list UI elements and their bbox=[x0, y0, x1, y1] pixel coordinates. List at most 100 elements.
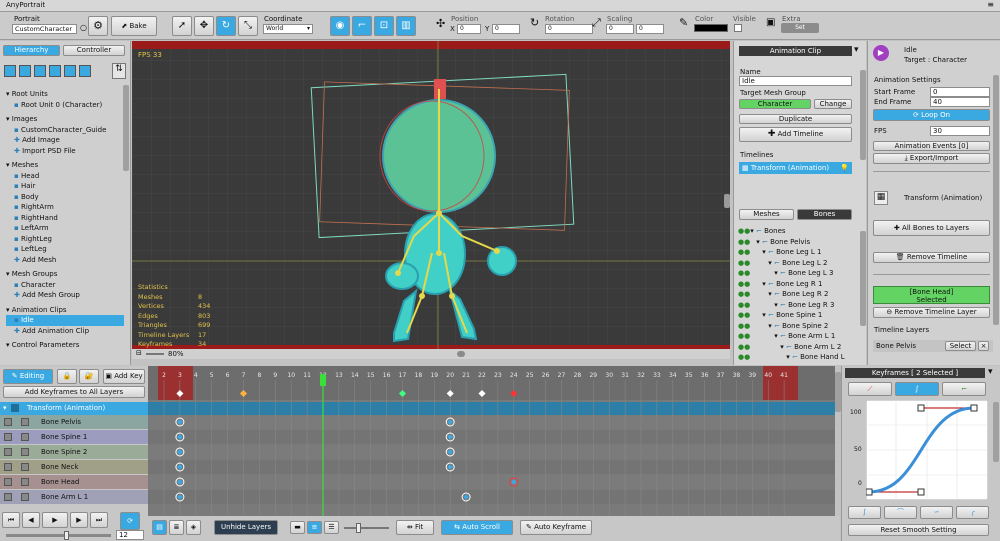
rotate-tool-button[interactable]: ↻ bbox=[216, 16, 236, 36]
timeline-layer-row[interactable]: Bone Head bbox=[0, 475, 148, 489]
expand-icon[interactable]: ▾ bbox=[786, 353, 790, 361]
lightbulb-icon[interactable]: 💡 bbox=[840, 162, 849, 174]
layer-lock-icon[interactable] bbox=[21, 433, 29, 441]
portrait-select-icon[interactable]: ○ bbox=[80, 23, 87, 32]
hierarchy-item[interactable]: ▪ Hair bbox=[6, 181, 124, 192]
fit-button[interactable]: ⇹ Fit bbox=[396, 520, 434, 535]
last-frame-button[interactable]: ⏭ bbox=[90, 512, 108, 528]
layer-lock-icon[interactable] bbox=[21, 418, 29, 426]
layer-visibility-icon[interactable] bbox=[4, 433, 12, 441]
select-tool-button[interactable]: ➚ bbox=[172, 16, 192, 36]
expand-icon[interactable]: ▾ bbox=[768, 322, 772, 330]
bake-button[interactable]: ⬈ Bake bbox=[111, 16, 157, 36]
hierarchy-item[interactable]: ▪ RightArm bbox=[6, 202, 124, 213]
scale-tool-button[interactable]: ⤡ bbox=[238, 16, 258, 36]
timeline-zoom-slider[interactable] bbox=[344, 523, 389, 533]
collapse-icon[interactable]: ▾ bbox=[6, 90, 10, 98]
position-y-field[interactable]: 0 bbox=[492, 24, 520, 34]
first-frame-button[interactable]: ⏮ bbox=[2, 512, 20, 528]
bone-list-item[interactable]: ●● ▾ ⌐ Bone Leg L 3 bbox=[738, 268, 856, 279]
all-bones-to-layers-button[interactable]: ✚ All Bones to Layers bbox=[873, 220, 990, 236]
curve-scrollbar[interactable] bbox=[993, 402, 999, 462]
visibility-icon[interactable]: ●● bbox=[738, 269, 750, 277]
hierarchy-item[interactable]: ✚ Add Mesh bbox=[6, 255, 124, 266]
smooth-curve-button[interactable]: ∫ bbox=[895, 382, 939, 396]
scale-y-field[interactable]: 0 bbox=[636, 24, 664, 34]
visibility-icon[interactable]: ●● bbox=[738, 311, 750, 319]
visible-checkbox[interactable] bbox=[734, 24, 742, 32]
hierarchy-item[interactable]: ▪ RightHand bbox=[6, 213, 124, 224]
bone-scrollbar[interactable] bbox=[860, 231, 866, 326]
bone-toggle-button[interactable]: ⌐ bbox=[352, 16, 372, 36]
bone-list-item[interactable]: ●● ▾ ⌐ Bone Pelvis bbox=[738, 237, 856, 248]
visibility-icon[interactable]: ●● bbox=[738, 259, 750, 267]
visibility-icon[interactable]: ●● bbox=[738, 343, 750, 351]
visibility-icon[interactable]: ●● bbox=[738, 238, 750, 246]
collapse-icon[interactable]: ▾ bbox=[3, 404, 7, 412]
visibility-icon[interactable]: ●● bbox=[738, 332, 750, 340]
viewport-vscroll[interactable] bbox=[724, 194, 730, 208]
layer-visibility-icon[interactable] bbox=[4, 493, 12, 501]
tab-bones[interactable]: Bones bbox=[797, 209, 852, 220]
clip-scrollbar[interactable] bbox=[860, 70, 866, 160]
move-tool-button[interactable]: ✥ bbox=[194, 16, 214, 36]
collapse-icon[interactable]: ▾ bbox=[6, 341, 10, 349]
auto-keyframe-button[interactable]: ✎ Auto Keyframe bbox=[520, 520, 592, 535]
hierarchy-section-header[interactable]: ▾ Images bbox=[6, 114, 124, 125]
timeline-view-button-2[interactable]: ≣ bbox=[169, 520, 184, 535]
hierarchy-item[interactable]: ▪ LeftArm bbox=[6, 223, 124, 234]
clip-name-field[interactable]: Idle bbox=[739, 76, 852, 86]
color-swatch[interactable] bbox=[694, 24, 728, 32]
remove-timeline-layer-button[interactable]: ⊖ Remove Timeline Layer bbox=[873, 307, 990, 318]
hierarchy-item[interactable]: ▪ Idle bbox=[6, 315, 124, 326]
expand-icon[interactable]: ▾ bbox=[780, 343, 784, 351]
mesh-toggle-button[interactable]: ⊡ bbox=[374, 16, 394, 36]
hierarchy-item[interactable]: ✚ Add Image bbox=[6, 135, 124, 146]
layer-close-button[interactable]: × bbox=[978, 341, 989, 351]
timeline-area[interactable]: 2345678910111213141516171819202122232425… bbox=[148, 366, 835, 516]
hierarchy-item[interactable]: ▪ Body bbox=[6, 192, 124, 203]
hierarchy-item[interactable]: ▪ Head bbox=[6, 171, 124, 182]
viewport-hscroll[interactable] bbox=[457, 351, 465, 357]
visibility-icon[interactable]: ●● bbox=[738, 301, 750, 309]
sort-icon[interactable]: ⇅ bbox=[112, 63, 126, 79]
expand-icon[interactable]: ▾ bbox=[750, 227, 754, 235]
scale-x-field[interactable]: 0 bbox=[606, 24, 634, 34]
hierarchy-item[interactable]: ▪ Root Unit 0 (Character) bbox=[6, 100, 124, 111]
add-key-button[interactable]: ▣ Add Key bbox=[103, 369, 145, 384]
start-frame-field[interactable]: 0 bbox=[930, 87, 990, 97]
preset-ease-inout-button[interactable]: ∽ bbox=[920, 506, 953, 519]
layer-visibility-icon[interactable] bbox=[4, 448, 12, 456]
hierarchy-section-header[interactable]: ▾ Control Parameters bbox=[6, 340, 124, 351]
unhide-layers-button[interactable]: Unhide Layers bbox=[214, 520, 278, 535]
row-size-medium-button[interactable]: ≡ bbox=[307, 521, 322, 534]
expand-icon[interactable]: ▾ bbox=[774, 301, 778, 309]
visibility-icon[interactable]: ●● bbox=[738, 227, 750, 235]
expand-icon[interactable]: ▾ bbox=[762, 248, 766, 256]
fps-field[interactable]: 30 bbox=[930, 126, 990, 136]
hierarchy-section-header[interactable]: ▾ Root Units bbox=[6, 89, 124, 100]
loop-playback-button[interactable]: ⟳ bbox=[120, 512, 140, 530]
layer-lock-icon[interactable] bbox=[21, 478, 29, 486]
layer-lock-icon[interactable] bbox=[21, 463, 29, 471]
collapse-icon[interactable]: ▾ bbox=[6, 115, 10, 123]
end-frame-field[interactable]: 40 bbox=[930, 97, 990, 107]
viewport[interactable]: FPS 33 Statistics Meshes 8 Vertices 434 Edge… bbox=[132, 41, 730, 359]
bone-list-item[interactable]: ●● ▾ ⌐ Bone Hand L bbox=[738, 352, 856, 363]
visibility-icon[interactable]: ●● bbox=[738, 248, 750, 256]
add-keyframes-all-button[interactable]: Add Keyframes to All Layers bbox=[3, 386, 145, 398]
timeline-list-item[interactable]: ▦ Transform (Animation) 💡 bbox=[739, 162, 852, 174]
play-button[interactable]: ▶ bbox=[42, 512, 68, 528]
clip-panel-menu-icon[interactable]: ▾ bbox=[854, 45, 859, 55]
add-timeline-button[interactable]: ✚ Add Timeline bbox=[739, 127, 852, 142]
layer-visibility-icon[interactable] bbox=[4, 418, 12, 426]
layer-visibility-icon[interactable] bbox=[4, 478, 12, 486]
visibility-icon[interactable]: ●● bbox=[738, 290, 750, 298]
layer-lock-icon[interactable] bbox=[21, 493, 29, 501]
reset-smooth-button[interactable]: Reset Smooth Setting bbox=[848, 524, 989, 536]
bone-list-item[interactable]: ●● ▾ ⌐ Bone Leg R 1 bbox=[738, 279, 856, 290]
collapse-icon[interactable]: ▾ bbox=[6, 161, 10, 169]
hierarchy-item[interactable]: ▪ LeftLeg bbox=[6, 244, 124, 255]
expand-icon[interactable]: ▾ bbox=[774, 332, 778, 340]
preset-ease-in-button[interactable]: ∫ bbox=[848, 506, 881, 519]
